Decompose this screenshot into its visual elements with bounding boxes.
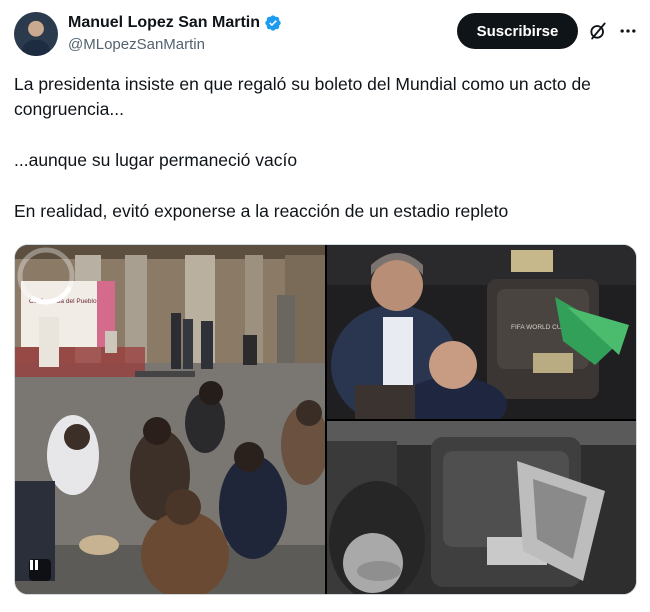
stadium-seats-image: FIFA WORLD CUP 2026 [327, 245, 636, 419]
media-grid: Conferencia del Pueblo FIFA WORLD CUP 20… [14, 244, 637, 595]
author-name-row[interactable]: Manuel Lopez San Martin [68, 14, 282, 32]
subscribe-button[interactable]: Suscribirse [457, 13, 578, 49]
pause-button[interactable] [29, 559, 51, 581]
stadium-photo-2[interactable] [327, 421, 636, 594]
stadium-seats-bw-image [327, 421, 636, 594]
video-player[interactable]: Conferencia del Pueblo [15, 245, 325, 594]
stadium-photo-1[interactable]: FIFA WORLD CUP 2026 [327, 245, 636, 419]
author-handle[interactable]: @MLopezSanMartin [68, 36, 205, 53]
tweet-paragraph-2: ...aunque su lugar permaneció vacío [14, 150, 298, 170]
pause-icon [30, 560, 38, 570]
author-avatar[interactable] [14, 12, 58, 56]
author-display-name[interactable]: Manuel Lopez San Martin [68, 14, 260, 32]
tweet-text: La presidenta insiste en que regaló su b… [14, 72, 634, 224]
verified-badge-icon [265, 15, 281, 31]
tweet-paragraph-1: La presidenta insiste en que regaló su b… [14, 74, 591, 119]
more-dots-icon[interactable] [618, 21, 638, 41]
grok-icon[interactable] [588, 21, 608, 41]
tweet-paragraph-3: En realidad, evitó exponerse a la reacci… [14, 201, 509, 221]
loading-spinner-icon [17, 247, 75, 305]
tweet-header: Manuel Lopez San Martin @MLopezSanMartin… [14, 12, 636, 60]
